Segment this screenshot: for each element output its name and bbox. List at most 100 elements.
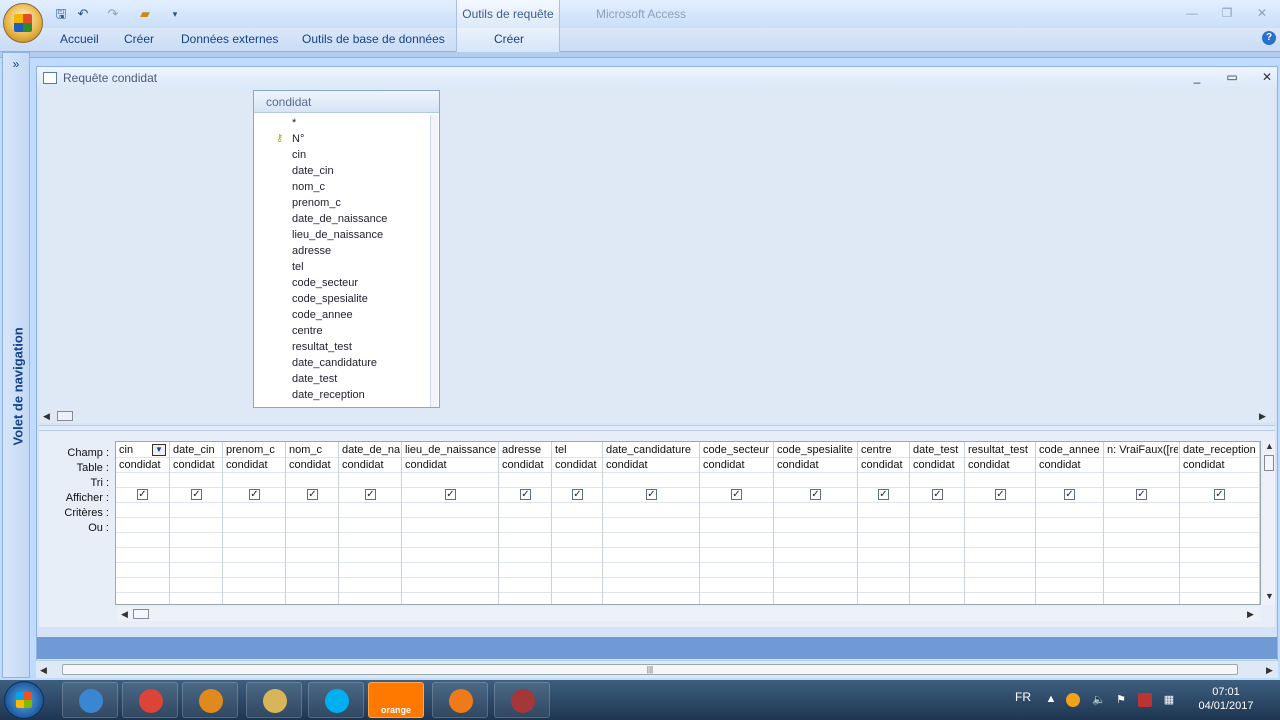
grid-column[interactable]: prenom_c condidat ✓ [223,442,286,604]
show-checkbox[interactable]: ✓ [520,489,531,500]
grid-table-cell[interactable]: condidat [913,459,963,471]
field-list-item[interactable]: nom_c [292,181,325,193]
grid-field-cell[interactable]: adresse [502,444,550,456]
field-list-item[interactable]: * [292,117,296,129]
show-checkbox[interactable]: ✓ [810,489,821,500]
show-checkbox[interactable]: ✓ [445,489,456,500]
table-pane-hscrollbar[interactable]: ◀ ▶ [39,409,1275,423]
show-checkbox[interactable]: ✓ [731,489,742,500]
grid-column[interactable]: centre condidat ✓ [858,442,910,604]
grid-vscrollbar[interactable]: ▲ ▼ [1263,441,1275,605]
query-maximize-button[interactable]: ▭ [1222,70,1242,86]
grid-field-cell[interactable]: prenom_c [226,444,284,456]
query-close-button[interactable]: ✕ [1257,70,1277,86]
grid-field-cell[interactable]: centre [861,444,908,456]
show-checkbox[interactable]: ✓ [932,489,943,500]
grid-column[interactable]: code_spesialite condidat ✓ [774,442,858,604]
grid-field-cell[interactable]: code_spesialite [777,444,856,456]
grid-column[interactable]: adresse condidat ✓ [499,442,552,604]
grid-table-cell[interactable]: condidat [173,459,221,471]
taskbar-app[interactable] [182,682,238,718]
grid-table-cell[interactable]: condidat [119,459,168,471]
scroll-thumb[interactable] [57,411,73,421]
grid-column[interactable]: n: VraiFaux([re ✓ [1104,442,1180,604]
tab-creer[interactable]: Créer [124,32,154,46]
scroll-left-icon[interactable]: ◀ [40,665,47,676]
scroll-down-icon[interactable]: ▼ [1265,591,1274,601]
grid-table-cell[interactable]: condidat [555,459,601,471]
grid-column[interactable]: cin condidat ✓ ▼ [116,442,170,604]
grid-table-cell[interactable]: condidat [968,459,1034,471]
field-list-item[interactable]: code_spesialite [292,293,368,305]
field-list-item[interactable]: N° [292,133,304,145]
field-list-item[interactable]: date_candidature [292,357,377,369]
show-checkbox[interactable]: ✓ [646,489,657,500]
minimize-button[interactable]: — [1182,4,1202,22]
grid-table-cell[interactable]: condidat [703,459,772,471]
grid-column[interactable]: tel condidat ✓ [552,442,603,604]
open-icon[interactable]: ▰ [136,5,154,23]
show-checkbox[interactable]: ✓ [307,489,318,500]
taskbar-app[interactable] [432,682,488,718]
field-list-item[interactable]: centre [292,325,323,337]
show-checkbox[interactable]: ✓ [1136,489,1147,500]
scroll-left-icon[interactable]: ◀ [121,609,128,620]
close-button[interactable]: ✕ [1252,4,1272,22]
grid-field-cell[interactable]: lieu_de_naissance [405,444,497,456]
show-checkbox[interactable]: ✓ [1064,489,1075,500]
grid-table-cell[interactable]: condidat [405,459,497,471]
grid-field-cell[interactable]: nom_c [289,444,337,456]
grid-table-cell[interactable]: condidat [1039,459,1102,471]
grid-field-cell[interactable]: code_annee [1039,444,1102,456]
show-checkbox[interactable]: ✓ [249,489,260,500]
scroll-right-icon[interactable]: ▶ [1259,411,1266,422]
show-checkbox[interactable]: ✓ [878,489,889,500]
taskbar-app[interactable] [308,682,364,718]
grid-table-cell[interactable]: condidat [502,459,550,471]
main-hscrollbar[interactable]: ◀ ||| ▶ [36,660,1278,678]
field-dropdown-icon[interactable]: ▼ [152,444,166,456]
taskbar-orange[interactable]: orange [368,682,424,718]
undo-icon[interactable]: ↶ [74,5,92,23]
navigation-pane[interactable]: » Volet de navigation [2,52,30,678]
start-button[interactable] [4,681,44,719]
tab-context-creer[interactable]: Créer [494,32,524,46]
grid-column[interactable]: date_reception condidat ✓ [1180,442,1260,604]
query-minimize-button[interactable]: _ [1187,70,1207,86]
taskbar-app[interactable] [62,682,118,718]
grid-table-cell[interactable]: condidat [606,459,698,471]
taskbar-app[interactable] [122,682,178,718]
grid-field-cell[interactable]: date_reception [1183,444,1258,456]
customize-icon[interactable]: ▾ [166,5,184,23]
tray-expand-icon[interactable]: ▲ [1044,693,1058,707]
grid-hscrollbar[interactable]: ◀ ▶ [117,607,1261,621]
grid-column[interactable]: date_cin condidat ✓ [170,442,223,604]
tray-app-icon[interactable] [1138,693,1152,707]
grid-table-cell[interactable]: condidat [1183,459,1258,471]
grid-field-cell[interactable]: date_candidature [606,444,698,456]
field-list-item[interactable]: date_de_naissance [292,213,387,225]
grid-column[interactable]: date_de_na condidat ✓ [339,442,402,604]
save-icon[interactable]: 🖫 [52,5,70,23]
grid-column[interactable]: date_candidature condidat ✓ [603,442,700,604]
scroll-right-icon[interactable]: ▶ [1266,665,1273,676]
grid-table-cell[interactable]: condidat [861,459,908,471]
scroll-thumb[interactable] [1264,455,1274,471]
field-list-item[interactable]: date_test [292,373,337,385]
grid-column[interactable]: nom_c condidat ✓ [286,442,339,604]
field-list-title[interactable]: condidat [254,91,439,113]
grid-field-cell[interactable]: date_cin [173,444,221,456]
grid-field-cell[interactable]: n: VraiFaux([re [1107,444,1178,456]
field-list-item[interactable]: tel [292,261,304,273]
field-list-item[interactable]: date_cin [292,165,334,177]
tray-language[interactable]: FR [1015,690,1031,704]
grid-column[interactable]: date_test condidat ✓ [910,442,965,604]
design-grid[interactable]: cin condidat ✓ ▼ date_cin condidat ✓ prenom_c co… [115,441,1261,605]
volume-icon[interactable]: 🔈 [1092,693,1106,707]
grid-column[interactable]: lieu_de_naissance condidat ✓ [402,442,499,604]
grid-table-cell[interactable]: condidat [342,459,400,471]
show-checkbox[interactable]: ✓ [365,489,376,500]
taskbar-app[interactable] [246,682,302,718]
tab-donnees-externes[interactable]: Données externes [181,32,278,46]
field-list-item[interactable]: code_annee [292,309,353,321]
